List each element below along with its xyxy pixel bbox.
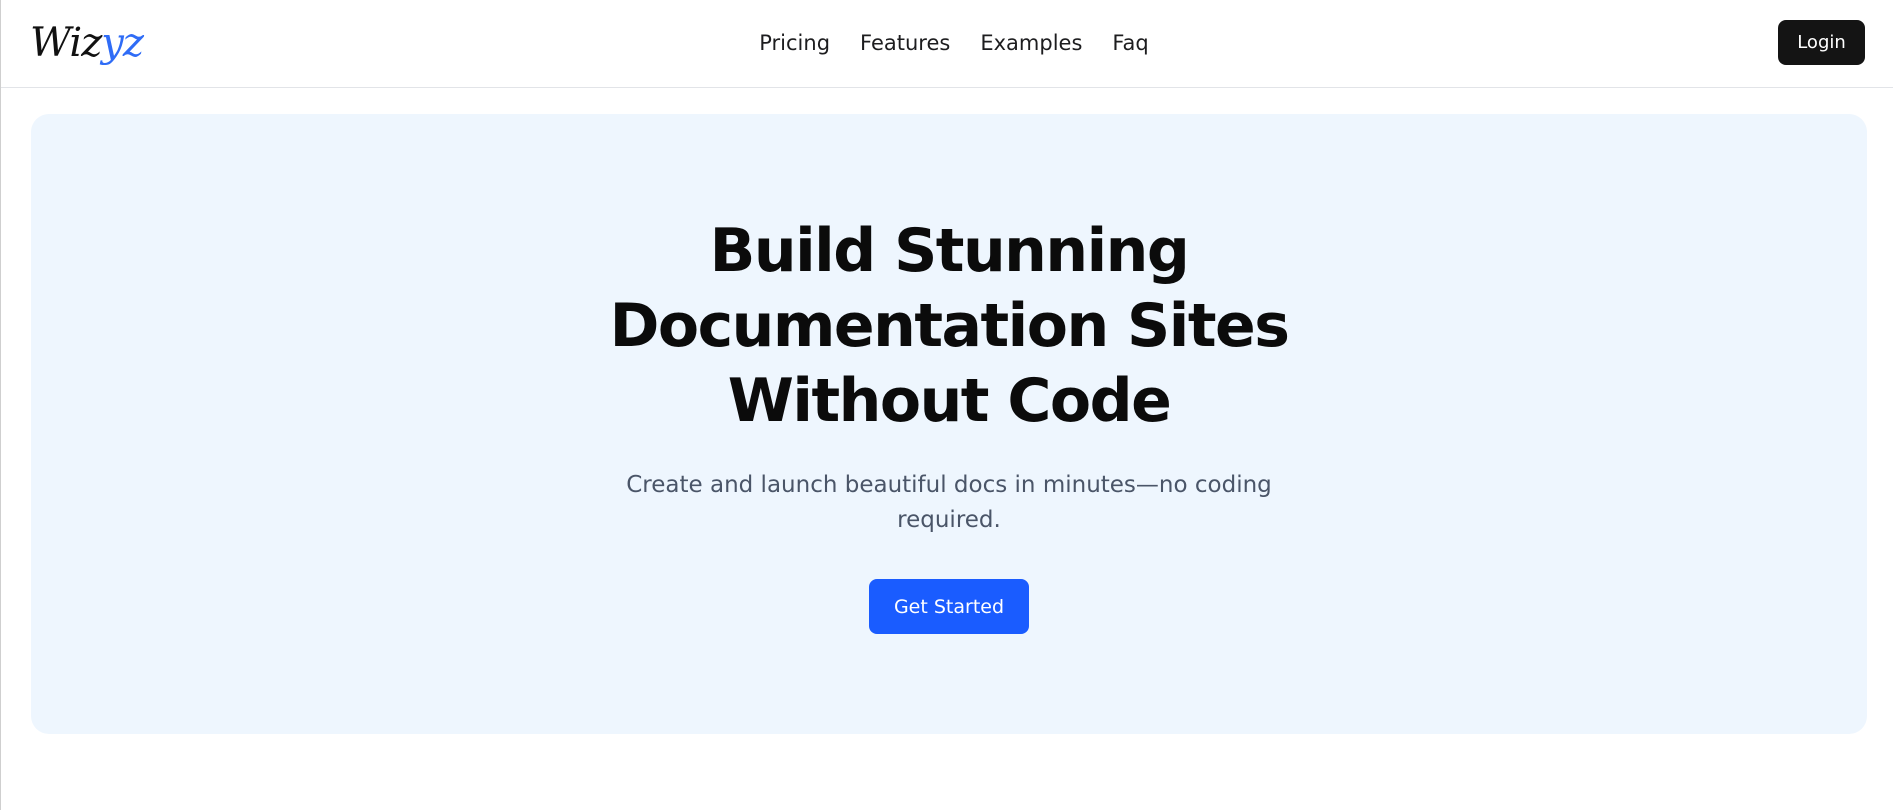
nav-link-features[interactable]: Features — [860, 26, 950, 60]
landing-page: Wizyz Pricing Features Examples Faq Logi… — [0, 0, 1893, 810]
hero-heading-line-1: Build Stunning — [709, 216, 1190, 286]
nav-link-faq[interactable]: Faq — [1112, 26, 1148, 60]
top-navbar: Wizyz Pricing Features Examples Faq Logi… — [1, 0, 1893, 88]
login-button[interactable]: Login — [1778, 20, 1865, 65]
nav-link-pricing[interactable]: Pricing — [759, 26, 830, 60]
hero-subtitle: Create and launch beautiful docs in minu… — [626, 472, 1272, 533]
hero-section: Build Stunning Documentation Sites Witho… — [31, 114, 1867, 734]
get-started-button[interactable]: Get Started — [869, 579, 1029, 634]
nav-link-examples[interactable]: Examples — [980, 26, 1082, 60]
main-nav: Pricing Features Examples Faq — [1, 26, 1893, 60]
hero-heading-line-2: Documentation Sites — [609, 291, 1290, 361]
hero-heading: Build Stunning Documentation Sites Witho… — [31, 214, 1867, 439]
hero-heading-line-3: Without Code — [727, 366, 1172, 436]
